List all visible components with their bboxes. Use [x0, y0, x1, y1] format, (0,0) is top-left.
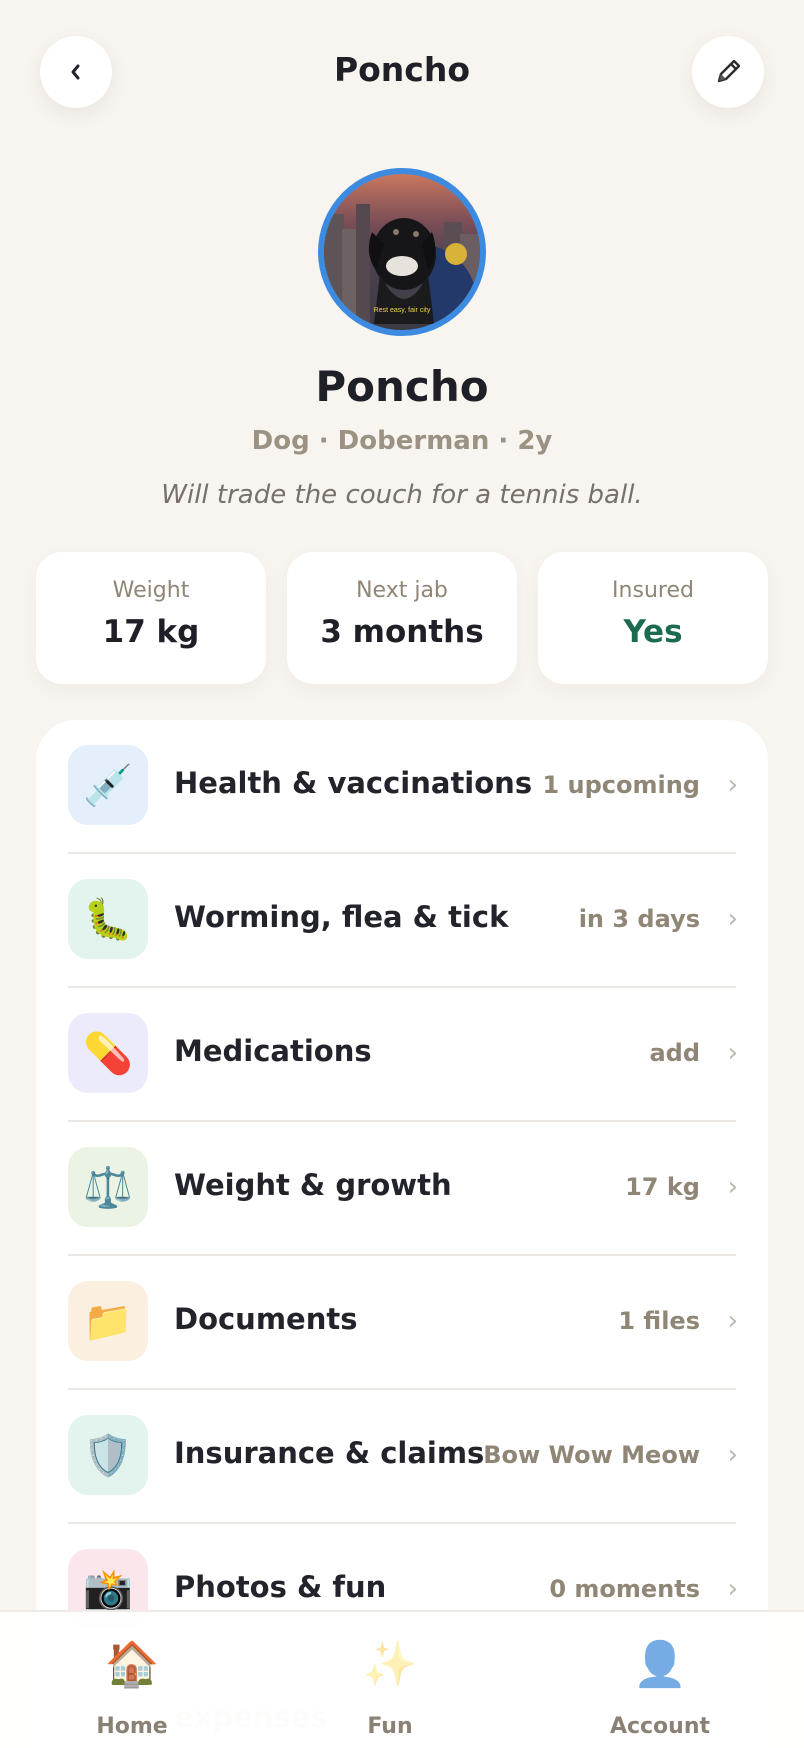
tab-home[interactable]: 🏠 Home	[22, 1612, 242, 1748]
pet-photo: Rest easy, fair city	[324, 204, 480, 330]
top-bar: Poncho	[0, 0, 804, 150]
house-icon: 🏠	[104, 1639, 160, 1690]
menu-item-value: 17 kg	[625, 1173, 700, 1201]
bug-icon: 🐛	[68, 879, 148, 959]
menu-card: 💉 Health & vaccinations 1 upcoming › 🐛 Wormin…	[36, 720, 768, 1748]
sparkles-icon: ✨	[362, 1639, 418, 1690]
stat-card-next-jab: Next jab 3 months	[287, 552, 517, 684]
chevron-right-icon: ›	[727, 770, 738, 800]
stat-label: Next jab	[356, 578, 448, 603]
shield-icon: 🛡️	[68, 1415, 148, 1495]
pet-name: Poncho	[315, 362, 489, 411]
tab-label: Account	[609, 1714, 711, 1739]
stat-card-weight: Weight 17 kg	[36, 552, 266, 684]
stat-label: Weight	[112, 578, 190, 603]
menu-item-value: 1 upcoming	[542, 771, 700, 799]
bottom-tab-bar: 🏠 Home ✨ Fun 👤 Account	[0, 1610, 804, 1748]
stat-value: 17 kg	[102, 614, 200, 650]
pill-icon: 💊	[68, 1013, 148, 1093]
menu-item-value: Bow Wow Meow	[483, 1441, 700, 1469]
menu-item-worming-flea-tick[interactable]: 🐛 Worming, flea & tick in 3 days ›	[36, 854, 768, 988]
person-icon: 👤	[632, 1639, 688, 1690]
page-title: Poncho	[333, 50, 471, 89]
menu-item-label: Photos & fun	[174, 1570, 387, 1604]
chevron-right-icon: ›	[727, 1306, 738, 1336]
menu-item-value: add	[649, 1039, 700, 1067]
folder-icon: 📁	[68, 1281, 148, 1361]
chevron-right-icon: ›	[727, 1038, 738, 1068]
menu-item-label: Health & vaccinations	[174, 766, 533, 800]
chevron-right-icon: ›	[727, 1172, 738, 1202]
stat-label: Insured	[612, 578, 694, 603]
menu-item-documents[interactable]: 📁 Documents 1 files ›	[36, 1256, 768, 1390]
chevron-right-icon: ›	[727, 904, 738, 934]
menu-item-medications[interactable]: 💊 Medications add ›	[36, 988, 768, 1122]
menu-item-value: 0 moments	[549, 1575, 700, 1603]
menu-item-label: Worming, flea & tick	[174, 900, 509, 934]
menu-item-label: Documents	[174, 1302, 358, 1336]
menu-item-value: 1 files	[618, 1307, 700, 1335]
menu-item-label: Medications	[174, 1034, 372, 1068]
menu-item-label: Insurance & claims	[174, 1436, 485, 1470]
syringe-icon: 💉	[68, 745, 148, 825]
pet-subtitle: Dog · Doberman · 2y	[251, 426, 553, 456]
menu-item-weight-growth[interactable]: ⚖️ Weight & growth 17 kg ›	[36, 1122, 768, 1256]
pet-avatar[interactable]: Rest easy, fair city	[318, 168, 486, 336]
chevron-right-icon: ›	[727, 1440, 738, 1470]
chevron-right-icon: ›	[727, 1574, 738, 1604]
stat-value: Yes	[623, 614, 683, 650]
tab-fun[interactable]: ✨ Fun	[280, 1612, 500, 1748]
stat-value: 3 months	[320, 614, 484, 650]
pencil-icon	[717, 59, 741, 83]
scales-icon: ⚖️	[68, 1147, 148, 1227]
menu-item-insurance-claims[interactable]: 🛡️ Insurance & claims Bow Wow Meow ›	[36, 1390, 768, 1524]
pet-bio: Will trade the couch for a tennis ball.	[161, 480, 643, 510]
menu-item-label: Weight & growth	[174, 1168, 452, 1202]
menu-item-health-vaccinations[interactable]: 💉 Health & vaccinations 1 upcoming ›	[36, 720, 768, 854]
tab-label: Fun	[367, 1714, 413, 1739]
avatar-caption: Rest easy, fair city	[374, 307, 431, 314]
tab-account[interactable]: 👤 Account	[550, 1612, 770, 1748]
stat-card-insured: Insured Yes	[538, 552, 768, 684]
tab-label: Home	[96, 1714, 168, 1739]
menu-item-value: in 3 days	[578, 905, 700, 933]
edit-button[interactable]	[692, 36, 764, 108]
